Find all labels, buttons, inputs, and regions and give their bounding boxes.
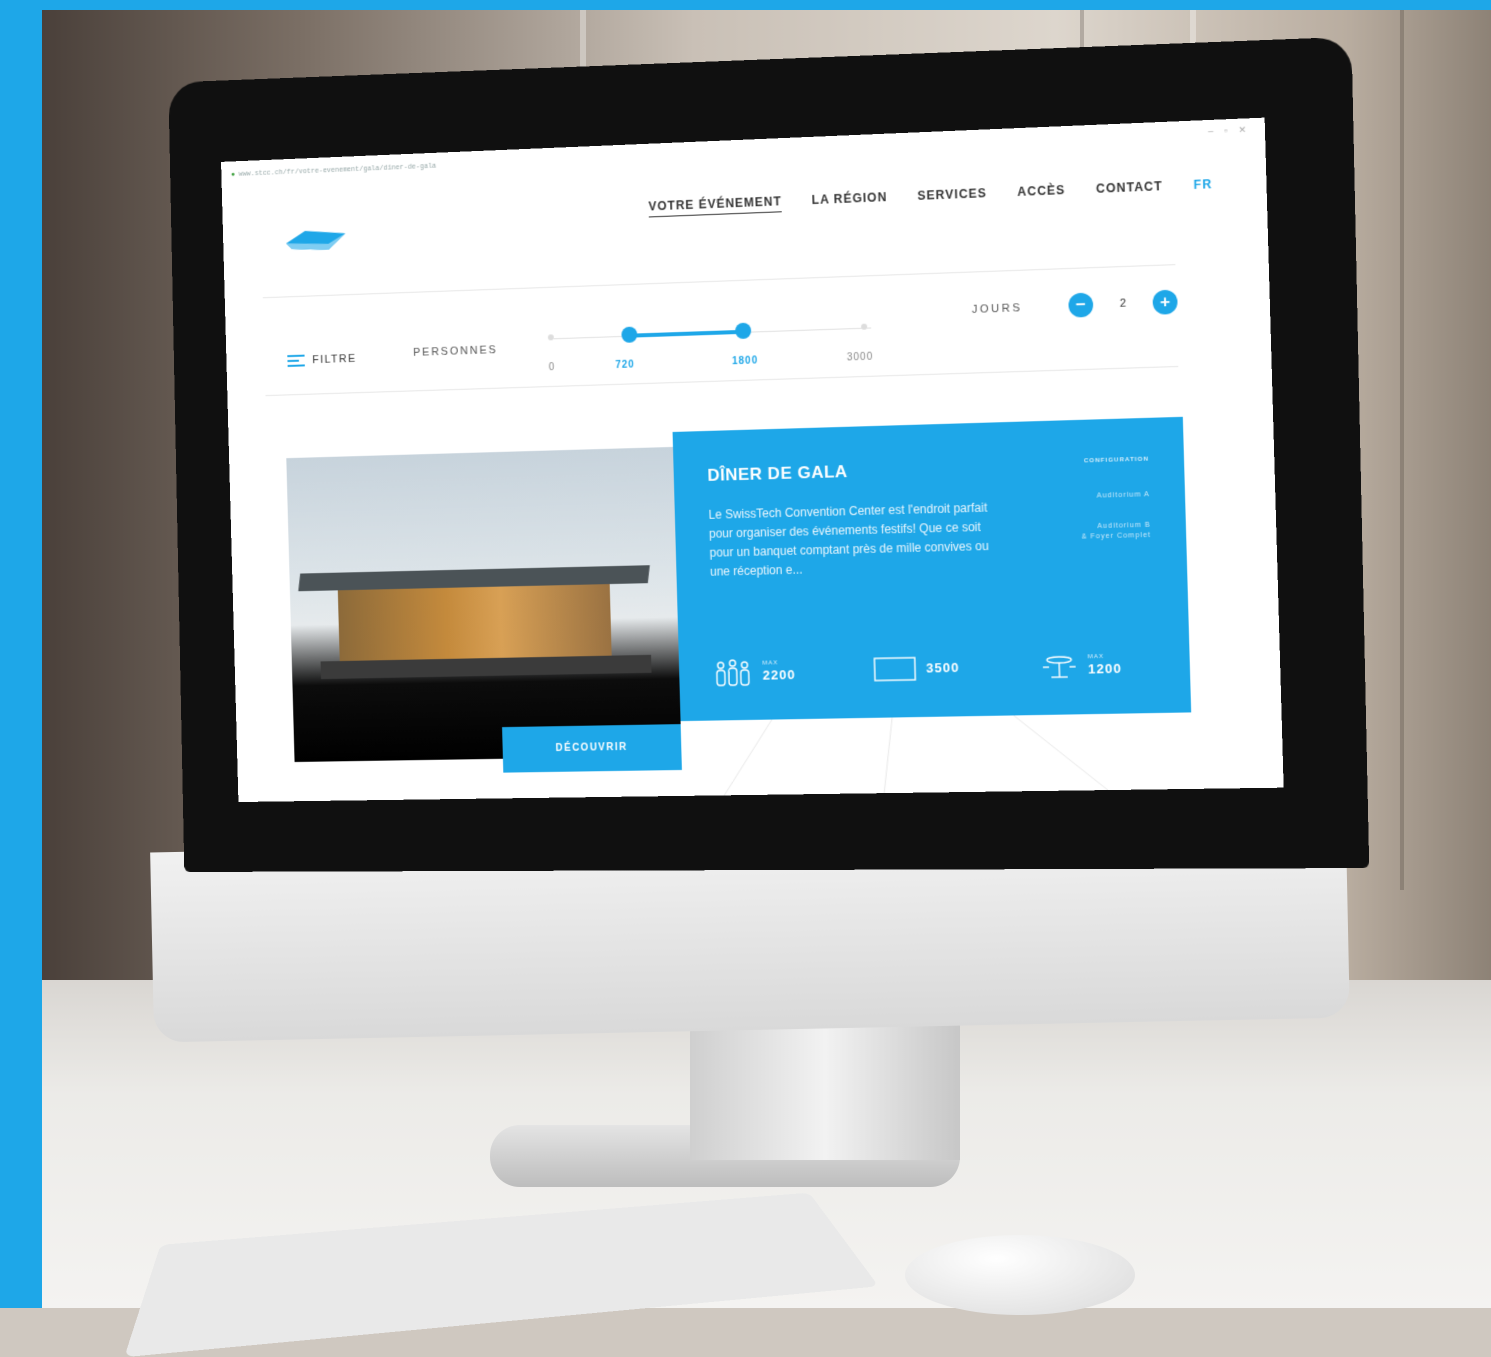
- config-item[interactable]: & Foyer Complet: [1082, 532, 1152, 541]
- persons-label: PERSONNES: [413, 344, 498, 359]
- window-controls[interactable]: – ▫ ✕: [1208, 124, 1251, 137]
- venue-image: [286, 447, 681, 762]
- brand-top-bar: [0, 0, 1491, 10]
- stat-prefix: MAX: [1088, 654, 1122, 661]
- stat-tables: MAX 1200: [1040, 651, 1122, 683]
- slider-max-marker: [861, 324, 867, 330]
- monitor-stand-neck: [690, 1010, 960, 1160]
- persons-range-slider[interactable]: 0 720 1800 3000: [544, 315, 873, 386]
- url-text: www.stcc.ch/fr/votre-evenement/gala/dîne…: [239, 163, 437, 179]
- stat-value: 2200: [762, 667, 795, 683]
- slider-tick: 720: [615, 359, 635, 371]
- slider-handle-min[interactable]: [621, 326, 637, 342]
- days-label: JOURS: [972, 302, 1023, 316]
- days-increment-button[interactable]: +: [1152, 290, 1177, 315]
- building-section: [338, 584, 612, 661]
- screen-icon: [873, 655, 916, 684]
- language-switch[interactable]: FR: [1193, 177, 1212, 192]
- decorative-lines: [683, 712, 1191, 795]
- filter-icon: [287, 355, 305, 367]
- filter-toggle[interactable]: FILTRE: [287, 353, 356, 367]
- screen: ● www.stcc.ch/fr/votre-evenement/gala/dîn…: [221, 118, 1284, 802]
- card-description: Le SwissTech Convention Center est l'end…: [708, 498, 1001, 582]
- filter-label: FILTRE: [312, 353, 357, 366]
- slider-tick: 1800: [732, 355, 758, 367]
- logo-icon[interactable]: [282, 227, 350, 255]
- brand-left-bar: [0, 0, 42, 1308]
- slider-tick: 3000: [847, 352, 874, 364]
- nav-item-votre-evenement[interactable]: VOTRE ÉVÉNEMENT: [648, 194, 782, 217]
- discover-button[interactable]: DÉCOUVRIR: [502, 724, 682, 773]
- stat-prefix: MAX: [762, 660, 795, 667]
- slider-handle-max[interactable]: [735, 323, 751, 340]
- nav-item-services[interactable]: SERVICES: [917, 186, 987, 203]
- lock-icon: ●: [231, 171, 235, 179]
- nav-item-la-region[interactable]: LA RÉGION: [812, 190, 888, 207]
- table-icon: [1040, 651, 1078, 682]
- mouse: [905, 1235, 1135, 1315]
- card-title: DÎNER DE GALA: [707, 462, 848, 486]
- nav-item-contact[interactable]: CONTACT: [1096, 179, 1163, 196]
- slider-selected-range: [629, 330, 743, 338]
- config-item[interactable]: Auditorium A: [1097, 491, 1150, 500]
- slider-min-marker: [548, 334, 554, 340]
- stat-value: 3500: [926, 660, 960, 676]
- nav-item-acces[interactable]: ACCÈS: [1017, 183, 1065, 199]
- main-nav: VOTRE ÉVÉNEMENT LA RÉGION SERVICES ACCÈS…: [648, 177, 1212, 217]
- people-icon: [713, 658, 754, 689]
- slider-tick: 0: [549, 362, 556, 373]
- wall-panel-line: [1400, 10, 1404, 890]
- divider: [263, 264, 1176, 298]
- days-decrement-button[interactable]: −: [1068, 293, 1093, 318]
- days-stepper: − 2 +: [1068, 290, 1178, 318]
- event-card: DÎNER DE GALA Le SwissTech Convention Ce…: [673, 417, 1192, 721]
- stat-capacity: MAX 2200: [713, 657, 796, 689]
- config-item[interactable]: Auditorium B: [1097, 522, 1151, 530]
- stat-value: 1200: [1088, 661, 1122, 677]
- days-value[interactable]: 2: [1109, 297, 1136, 310]
- address-bar[interactable]: ● www.stcc.ch/fr/votre-evenement/gala/dîn…: [231, 158, 540, 183]
- stat-surface: 3500: [873, 654, 960, 684]
- config-label: CONFIGURATION: [1084, 457, 1149, 465]
